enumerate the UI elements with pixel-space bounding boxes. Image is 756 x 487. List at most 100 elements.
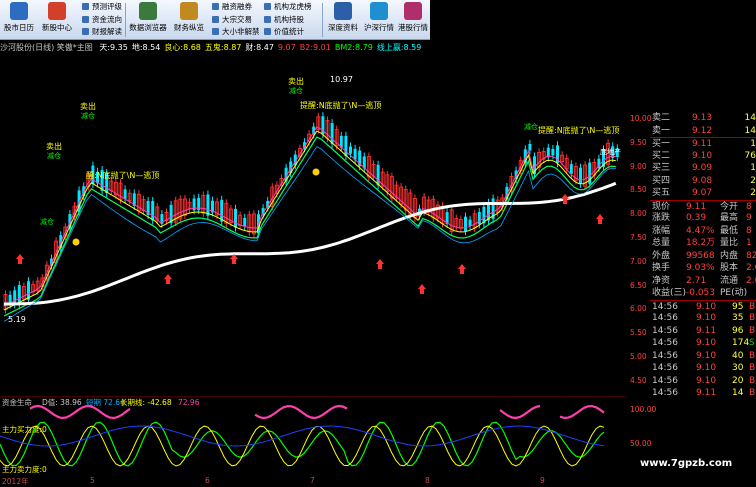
menu-item-unlock[interactable]: 大小非解禁: [212, 26, 260, 39]
toolbar-divider: [322, 3, 323, 37]
document-icon: [334, 2, 352, 20]
chart-icon: [370, 2, 388, 20]
candlestick-chart[interactable]: 10.97 5.19 提醒:N底抛了\N—逃顶 提醒:N底抛了\N—逃顶 醒:N…: [0, 54, 626, 390]
candle-body: [123, 189, 127, 199]
hk-quote-button[interactable]: 港股行情: [396, 2, 430, 33]
indicator-chart[interactable]: 资金生命 D值: 38.96 短期 72.64 长期线: -42.68 72.9…: [0, 396, 626, 476]
price-axis-label: 8.50: [630, 185, 647, 195]
indicator-value: 五鬼:8.87: [204, 43, 242, 52]
profile-label: 深度资料: [328, 23, 358, 32]
quote-row: 换手9.03%股本2.0: [652, 263, 756, 273]
buy-arrow: [230, 254, 238, 264]
buy-arrow: [596, 214, 604, 224]
mid-label: 72.96: [178, 398, 200, 407]
sell-tag: 卖出: [288, 76, 304, 86]
reduce-tag: 减仓: [81, 111, 95, 120]
date-axis: 2012年 5 6 7 8 9: [0, 476, 626, 487]
calendar-button[interactable]: 股市日历: [2, 2, 36, 33]
alert-label-2: 提醒:N底抛了\N—逃顶: [538, 125, 619, 135]
reduce-tag: 减仓: [40, 217, 54, 226]
toolbar: 股市日历 新股中心 预测评级 资金流向 财报解读 数据浏览器 财务纵览 融资融券…: [0, 0, 430, 40]
calendar-label: 股市日历: [4, 23, 34, 32]
bid-row: 买二 9.10 76: [652, 150, 756, 161]
date-axis-label: 7: [310, 476, 315, 485]
price-axis-label: 4.50: [630, 375, 647, 385]
menu-item-value-stats[interactable]: 价值统计: [264, 26, 312, 39]
finance-button[interactable]: 财务纵览: [172, 2, 206, 33]
alert-label-3: 醒:N底抛了\N—逃顶: [86, 170, 159, 180]
menu-item-report[interactable]: 财报解读: [82, 26, 122, 39]
mid-line: [559, 404, 605, 420]
long-term-label: 长期线: -42.68: [120, 397, 172, 407]
candle-body: [13, 290, 17, 305]
database-label: 数据浏览器: [129, 23, 167, 32]
sell-tag: 卖出: [80, 101, 96, 111]
price-axis-label: 6.50: [630, 280, 647, 290]
reduce-tag: 减仓: [524, 122, 538, 131]
price-axis-label: 7.50: [630, 233, 647, 242]
tick-row: 14:56 9.10 30 B: [652, 363, 756, 373]
sh-sz-quote-label: 沪深行情: [364, 23, 394, 32]
stock-title: 沙河股份(日线) 笑傲*主图: [0, 43, 93, 52]
database-button[interactable]: 数据浏览器: [128, 2, 168, 33]
date-axis-label: 9: [540, 476, 545, 485]
candle-body: [349, 146, 352, 154]
date-axis-label: 6: [205, 476, 210, 485]
tick-row: 14:56 9.10 40 B: [652, 350, 756, 361]
toolbar-divider: [125, 3, 126, 37]
bid-row: 买三 9.09 1: [652, 163, 756, 173]
sell-tag: 卖出: [46, 141, 62, 151]
indicator-value: 9.07: [277, 43, 296, 52]
quote-row: 总量 18.2万 量比 1: [652, 238, 752, 248]
indicator-values: 天:9.35 地:8.54 良心:8.68 五鬼:8.87 财:8.47 9.07 B2:9…: [99, 43, 425, 52]
menu-item-block-trade[interactable]: 大宗交易: [212, 14, 260, 27]
date-axis-label: 8: [425, 476, 430, 485]
reduce-tag: 减仓: [289, 86, 303, 95]
candle-body: [376, 164, 380, 186]
menu-item-fundflow[interactable]: 资金流向: [82, 14, 122, 27]
tick-row: 14:56 9.10 20 B: [652, 375, 756, 386]
candle-body: [151, 201, 155, 221]
price-axis-label: 10.00: [630, 114, 652, 123]
d-value-line: [0, 425, 605, 447]
low-price-label: 5.19: [8, 315, 26, 324]
menu-item-institution-hold[interactable]: 机构持股: [264, 14, 312, 27]
quote-row: 外盘 99568 内盘 82: [652, 250, 756, 261]
sh-sz-quote-button[interactable]: 沪深行情: [362, 2, 396, 33]
candle-body: [551, 148, 555, 156]
indicator-axis-label: 50.00: [630, 439, 652, 448]
tick-row: 14:56 9.11 14 B: [652, 388, 756, 398]
new-stock-button[interactable]: 新股中心: [40, 2, 74, 33]
date-axis-label: 5: [90, 476, 95, 485]
indicator-value: 线上赢:8.59: [376, 43, 422, 52]
menu-item-rating[interactable]: 预测评级: [82, 1, 122, 14]
quote-row: 收益(三) -0.053 PE(动): [652, 288, 748, 298]
buy-arrow: [164, 274, 172, 284]
candle-body: [243, 217, 247, 227]
menu-item-margin[interactable]: 融资融券: [212, 1, 260, 14]
menu-item-institution-rank[interactable]: 机构龙虎榜: [264, 1, 312, 14]
tick-row: 14:56 9.10 35 B: [652, 313, 756, 323]
quote-row: 涨跌 0.39 最高 9: [652, 213, 752, 223]
indicator-axis-label: 100.00: [630, 405, 657, 414]
price-axis-label: 5.00: [630, 352, 647, 361]
quote-row: 涨幅 4.47% 最低 8: [652, 225, 752, 236]
buy-arrow: [16, 254, 24, 264]
profile-button[interactable]: 深度资料: [326, 2, 360, 33]
indicator-value: 地:8.54: [131, 43, 161, 52]
buy-arrow: [561, 194, 569, 204]
mid-line: [29, 404, 131, 420]
database-icon: [139, 2, 157, 20]
bid-row: 买一 9.11 1: [650, 137, 756, 149]
price-axis-label: 6.00: [630, 304, 647, 314]
indicator-value: BM2:8.79: [334, 43, 373, 52]
d-value-label: D值: 38.96: [42, 397, 82, 407]
alert-label-1: 提醒:N底抛了\N—逃顶: [300, 100, 381, 110]
watermark: www.7gpzb.com: [640, 458, 733, 469]
candles-group: [3, 112, 619, 314]
indicator-value: 良心:8.68: [164, 43, 201, 52]
quote-row: 净资2.71流通2.0: [652, 275, 756, 286]
ask-row: 卖一 9.12 14: [652, 125, 756, 136]
date-axis-label: 2012年: [2, 477, 29, 486]
candle-body: [344, 135, 348, 157]
